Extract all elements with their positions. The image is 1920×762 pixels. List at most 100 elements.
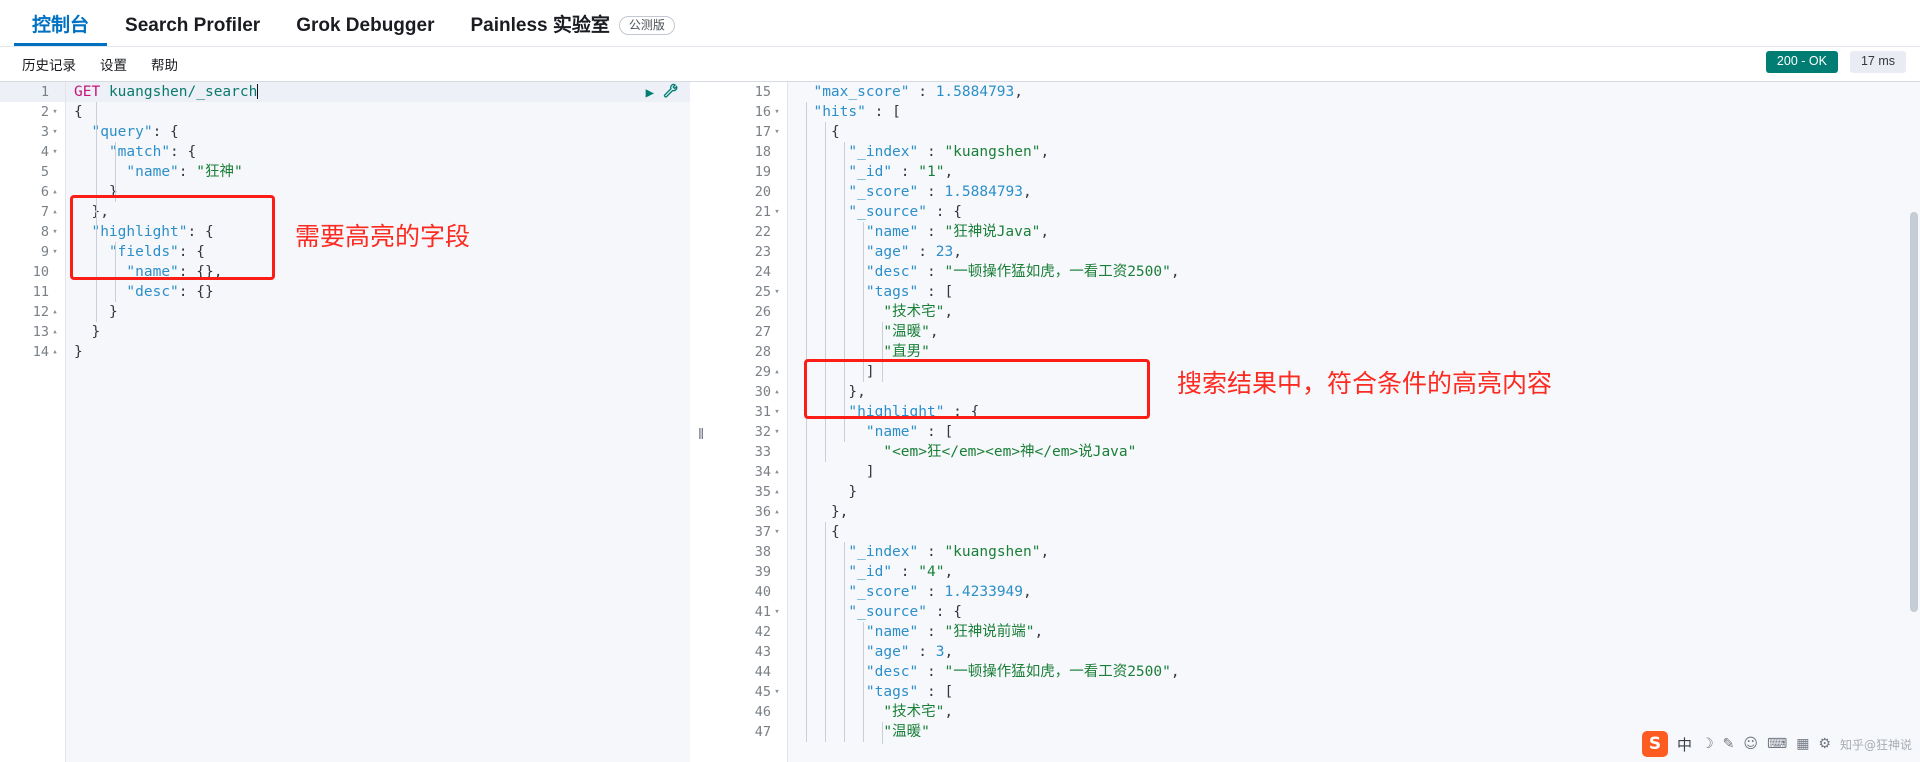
code-line[interactable]: "max_score" : 1.5884793, xyxy=(788,82,1920,102)
line-number[interactable]: 32 ▾ xyxy=(714,422,787,442)
ime-pen-icon[interactable]: ✎ xyxy=(1723,736,1735,752)
line-number[interactable]: 20 xyxy=(714,182,787,202)
line-number[interactable]: 22 xyxy=(714,222,787,242)
code-line[interactable]: "_id" : "1", xyxy=(788,162,1920,182)
sogou-logo-icon[interactable]: S xyxy=(1642,731,1669,757)
line-number[interactable]: 6 ▴ xyxy=(0,182,65,202)
code-line[interactable]: "_index" : "kuangshen", xyxy=(788,542,1920,562)
code-line[interactable]: { xyxy=(788,122,1920,142)
line-number[interactable]: 7 ▴ xyxy=(0,202,65,222)
fold-toggle-icon[interactable]: ▾ xyxy=(49,142,61,162)
fold-toggle-icon[interactable]: ▴ xyxy=(49,202,61,222)
line-number[interactable]: 23 xyxy=(714,242,787,262)
ime-emoji-icon[interactable]: ☺ xyxy=(1743,736,1758,752)
fold-toggle-icon[interactable]: ▴ xyxy=(771,482,783,502)
code-line[interactable]: "hits" : [ xyxy=(788,102,1920,122)
response-scrollbar[interactable] xyxy=(1910,212,1918,612)
response-viewer-pane[interactable]: 15 16 ▾ 17 ▾ 18 19 20 21 ▾ 22 23 24 25 ▾ 26 27 28 29 ▴ 30 ▴ 31… xyxy=(714,82,1920,762)
code-line[interactable]: "_source" : { xyxy=(788,202,1920,222)
fold-toggle-icon[interactable]: ▾ xyxy=(49,122,61,142)
line-number[interactable]: 1 xyxy=(0,82,65,102)
code-line[interactable]: "_index" : "kuangshen", xyxy=(788,142,1920,162)
line-number[interactable]: 40 xyxy=(714,582,787,602)
code-line[interactable]: "age" : 3, xyxy=(788,642,1920,662)
code-line[interactable]: ] xyxy=(788,462,1920,482)
line-number[interactable]: 13 ▴ xyxy=(0,322,65,342)
code-line[interactable]: "直男" xyxy=(788,342,1920,362)
fold-toggle-icon[interactable]: ▾ xyxy=(771,202,783,222)
fold-toggle-icon[interactable]: ▾ xyxy=(771,602,783,622)
code-line[interactable]: "_score" : 1.4233949, xyxy=(788,582,1920,602)
line-number[interactable]: 28 xyxy=(714,342,787,362)
code-line[interactable]: "tags" : [ xyxy=(788,682,1920,702)
line-number[interactable]: 2 ▾ xyxy=(0,102,65,122)
line-number[interactable]: 12 ▴ xyxy=(0,302,65,322)
code-line[interactable]: "name" : "狂神说Java", xyxy=(788,222,1920,242)
ime-panel-icon[interactable]: ▦ xyxy=(1796,736,1809,752)
fold-toggle-icon[interactable]: ▾ xyxy=(771,402,783,422)
request-actions[interactable]: ▶ xyxy=(646,83,678,103)
line-number[interactable]: 46 xyxy=(714,702,787,722)
request-code-area[interactable]: GET kuangshen/_search{ "query": { "match… xyxy=(66,82,690,762)
nav-tab-search-profiler[interactable]: Search Profiler xyxy=(107,16,278,46)
code-line[interactable]: "match": { xyxy=(66,142,690,162)
fold-toggle-icon[interactable]: ▴ xyxy=(771,502,783,522)
request-editor[interactable]: 1 2 ▾ 3 ▾ 4 ▾ 5 6 ▴ 7 ▴ 8 ▾ 9 ▾ 10 11 12 ▴ 13 ▴ 14 ▴ GET kuangs… xyxy=(0,82,690,762)
line-number[interactable]: 21 ▾ xyxy=(714,202,787,222)
line-number[interactable]: 38 xyxy=(714,542,787,562)
line-number[interactable]: 31 ▾ xyxy=(714,402,787,422)
request-line-number-gutter[interactable]: 1 2 ▾ 3 ▾ 4 ▾ 5 6 ▴ 7 ▴ 8 ▾ 9 ▾ 10 11 12 ▴ 13 ▴ 14 ▴ xyxy=(0,82,66,762)
ime-toolbar[interactable]: S 中 ☽ ✎ ☺ ⌨ ▦ ⚙ 知乎@狂神说 xyxy=(1634,726,1920,762)
fold-toggle-icon[interactable]: ▾ xyxy=(49,222,61,242)
ime-settings-icon[interactable]: ⚙ xyxy=(1818,736,1831,752)
fold-toggle-icon[interactable]: ▾ xyxy=(49,102,61,122)
nav-tab-console[interactable]: 控制台 xyxy=(14,16,107,46)
code-line[interactable]: } xyxy=(788,482,1920,502)
line-number[interactable]: 36 ▴ xyxy=(714,502,787,522)
ime-moon-icon[interactable]: ☽ xyxy=(1701,736,1714,752)
line-number[interactable]: 41 ▾ xyxy=(714,602,787,622)
code-line[interactable]: } xyxy=(66,182,690,202)
line-number[interactable]: 39 xyxy=(714,562,787,582)
line-number[interactable]: 25 ▾ xyxy=(714,282,787,302)
line-number[interactable]: 30 ▴ xyxy=(714,382,787,402)
line-number[interactable]: 37 ▾ xyxy=(714,522,787,542)
response-editor[interactable]: 15 16 ▾ 17 ▾ 18 19 20 21 ▾ 22 23 24 25 ▾ 26 27 28 29 ▴ 30 ▴ 31… xyxy=(714,82,1920,762)
fold-toggle-icon[interactable]: ▾ xyxy=(771,102,783,122)
line-number[interactable]: 3 ▾ xyxy=(0,122,65,142)
nav-tab-painless-lab[interactable]: Painless 实验室 公测版 xyxy=(453,16,693,46)
fold-toggle-icon[interactable]: ▾ xyxy=(771,682,783,702)
line-number[interactable]: 43 xyxy=(714,642,787,662)
code-line[interactable]: "desc" : "一顿操作猛如虎，一看工资2500", xyxy=(788,662,1920,682)
code-line[interactable]: "<em>狂</em><em>神</em>说Java" xyxy=(788,442,1920,462)
nav-tab-grok-debugger[interactable]: Grok Debugger xyxy=(278,16,452,46)
fold-toggle-icon[interactable]: ▾ xyxy=(771,522,783,542)
code-line[interactable]: "age" : 23, xyxy=(788,242,1920,262)
code-line[interactable]: "desc" : "一顿操作猛如虎，一看工资2500", xyxy=(788,262,1920,282)
line-number[interactable]: 19 xyxy=(714,162,787,182)
request-editor-pane[interactable]: 1 2 ▾ 3 ▾ 4 ▾ 5 6 ▴ 7 ▴ 8 ▾ 9 ▾ 10 11 12 ▴ 13 ▴ 14 ▴ GET kuangs… xyxy=(0,82,690,762)
code-line[interactable]: { xyxy=(66,102,690,122)
fold-toggle-icon[interactable]: ▾ xyxy=(771,122,783,142)
fold-toggle-icon[interactable]: ▴ xyxy=(49,342,61,362)
fold-toggle-icon[interactable]: ▴ xyxy=(771,462,783,482)
ime-keyboard-icon[interactable]: ⌨ xyxy=(1767,736,1787,752)
code-line[interactable]: } xyxy=(66,322,690,342)
wrench-icon[interactable] xyxy=(663,83,678,103)
code-line[interactable]: } xyxy=(66,342,690,362)
code-line[interactable]: "温暖", xyxy=(788,322,1920,342)
response-line-number-gutter[interactable]: 15 16 ▾ 17 ▾ 18 19 20 21 ▾ 22 23 24 25 ▾ 26 27 28 29 ▴ 30 ▴ 31… xyxy=(714,82,788,762)
fold-toggle-icon[interactable]: ▴ xyxy=(49,302,61,322)
line-number[interactable]: 5 xyxy=(0,162,65,182)
line-number[interactable]: 34 ▴ xyxy=(714,462,787,482)
line-number[interactable]: 11 xyxy=(0,282,65,302)
line-number[interactable]: 45 ▾ xyxy=(714,682,787,702)
fold-toggle-icon[interactable]: ▾ xyxy=(771,282,783,302)
line-number[interactable]: 10 xyxy=(0,262,65,282)
line-number[interactable]: 33 xyxy=(714,442,787,462)
line-number[interactable]: 4 ▾ xyxy=(0,142,65,162)
code-line[interactable]: "name" : [ xyxy=(788,422,1920,442)
code-line[interactable]: "技术宅", xyxy=(788,702,1920,722)
fold-toggle-icon[interactable]: ▴ xyxy=(771,362,783,382)
toolbar-item-history[interactable]: 历史记录 xyxy=(10,54,88,74)
